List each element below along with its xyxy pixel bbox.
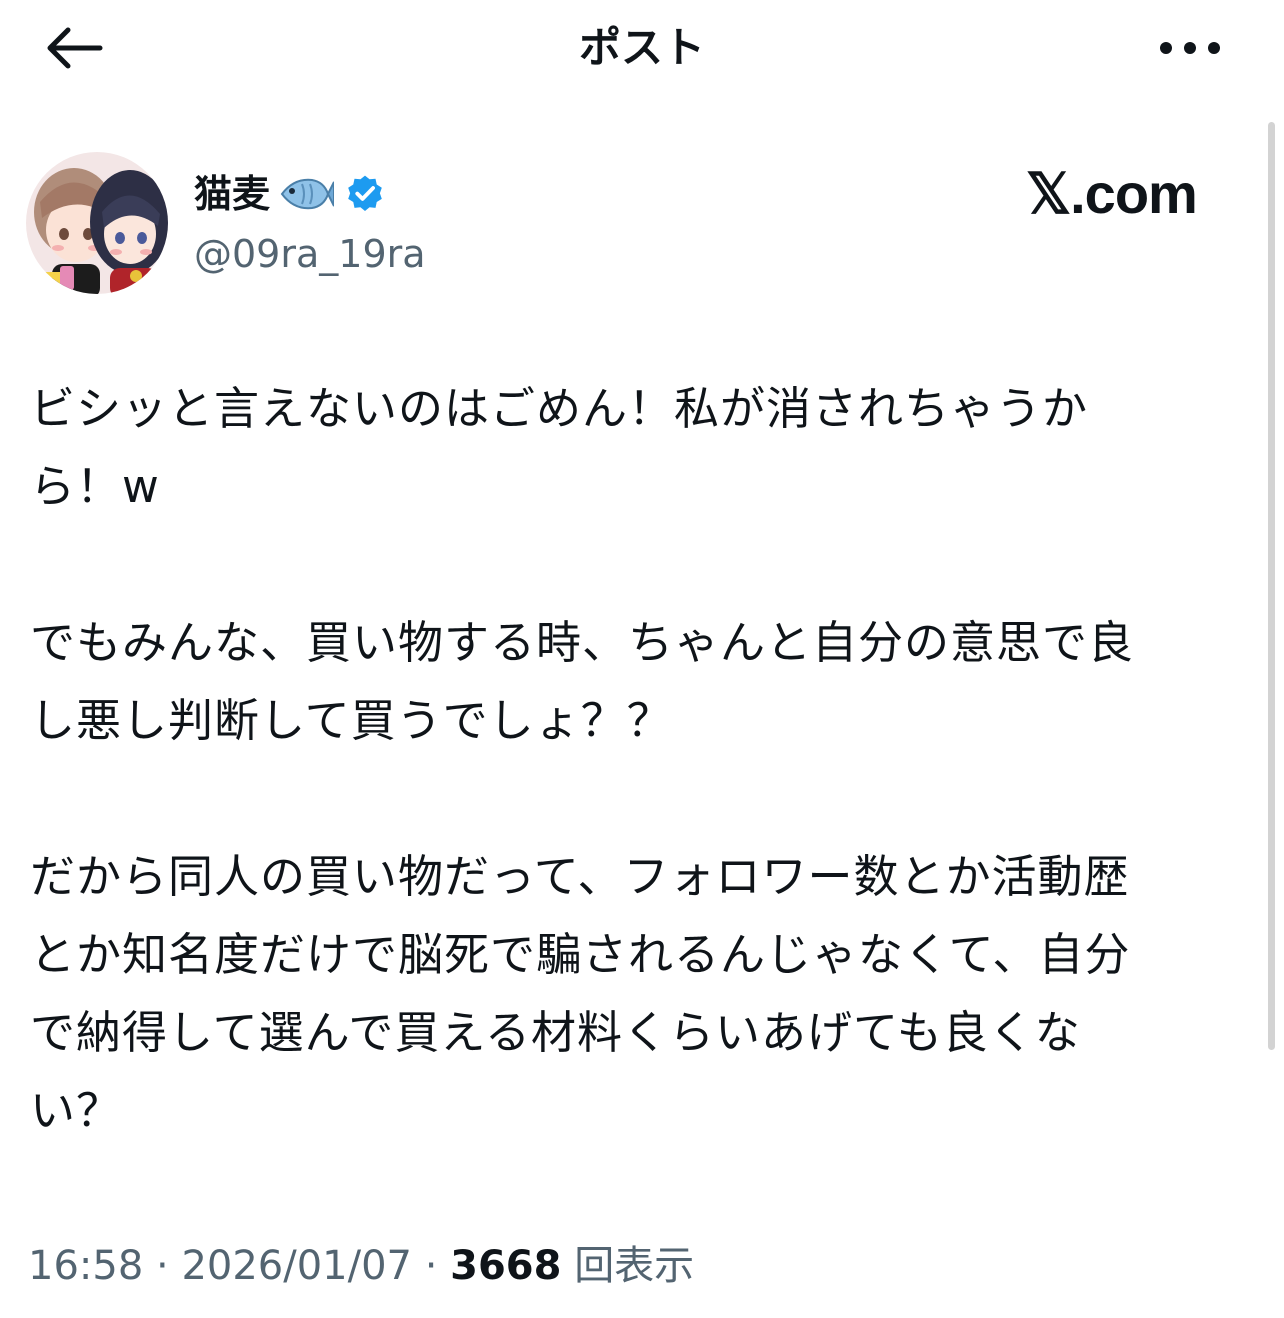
post-text: ビシッと言えないのはごめん！私が消されちゃうか ら！w でもみんな、買い物する時… — [30, 370, 1250, 1150]
x-com-logo: 𝕏.com — [1026, 162, 1198, 225]
author-name-row[interactable]: 猫麦 — [194, 164, 386, 224]
fish-icon — [278, 174, 336, 214]
views-link[interactable]: 3668 回表示 — [450, 1243, 694, 1289]
post-line: で納得して選んで買える材料くらいあげても良くな — [30, 1006, 1081, 1059]
author-handle[interactable]: @09ra_19ra — [194, 226, 426, 282]
avatar[interactable] — [26, 152, 168, 294]
post-date[interactable]: 2026/01/07 — [181, 1243, 412, 1289]
post-line: でもみんな、買い物する時、ちゃんと自分の意思で良 — [30, 616, 1135, 669]
page-title: ポスト — [578, 23, 705, 72]
post-line: い？ — [30, 1084, 123, 1137]
more-options-button[interactable] — [1150, 20, 1230, 76]
post-paragraph: だから同人の買い物だって、フォロワー数とか活動歴 とか知名度だけで脳死で騙される… — [30, 838, 1250, 1150]
views-label: 回表示 — [574, 1243, 695, 1289]
meta-separator: · — [411, 1243, 451, 1289]
top-bar: ポスト — [0, 0, 1284, 100]
post-line: とか知名度だけで脳死で騙されるんじゃなくて、自分 — [30, 928, 1131, 981]
post-line: だから同人の買い物だって、フォロワー数とか活動歴 — [30, 850, 1130, 903]
post-line: し悪し判断して買うでしょ？？ — [30, 694, 673, 747]
meta-separator: · — [143, 1243, 182, 1289]
verified-badge-icon[interactable] — [344, 173, 386, 215]
post-time[interactable]: 16:58 — [28, 1243, 143, 1289]
post-meta: 16:58 · 2026/01/07 · 3668 回表示 — [28, 1236, 694, 1296]
post-paragraph: ビシッと言えないのはごめん！私が消されちゃうか ら！w — [30, 370, 1250, 526]
views-count: 3668 — [450, 1243, 562, 1289]
post-line: ら！w — [30, 460, 160, 513]
scrollbar[interactable] — [1268, 122, 1275, 1050]
post-paragraph: でもみんな、買い物する時、ちゃんと自分の意思で良 し悪し判断して買うでしょ？？ — [30, 604, 1250, 760]
post-line: ビシッと言えないのはごめん！私が消されちゃうか — [30, 382, 1089, 435]
display-name: 猫麦 — [194, 172, 271, 216]
